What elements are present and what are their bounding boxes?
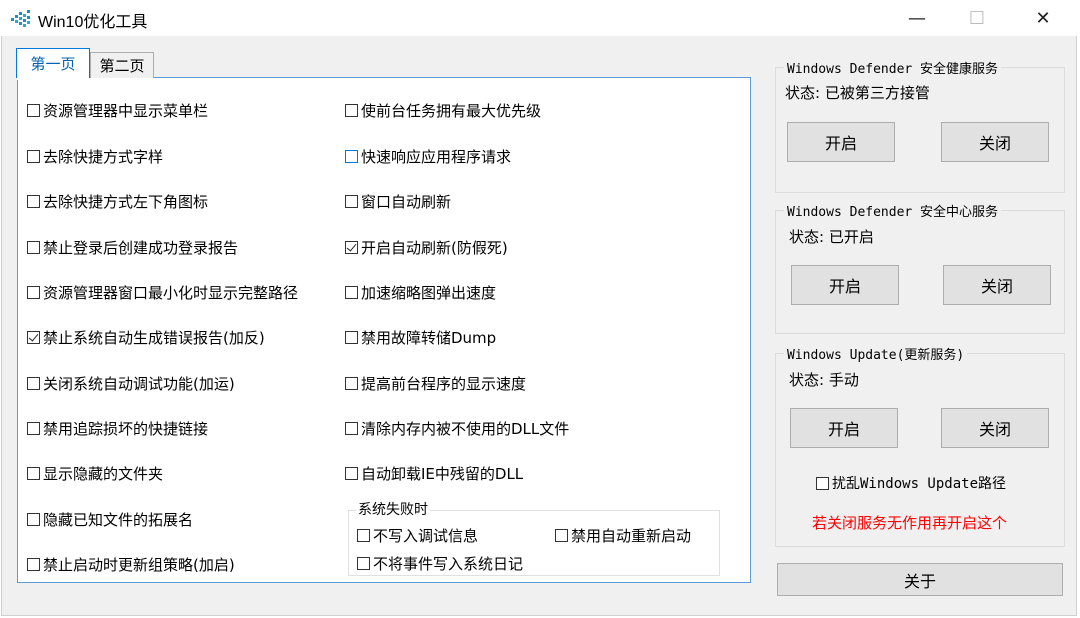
checkbox-icon[interactable] — [345, 103, 358, 117]
option-label: 提高前台程序的显示速度 — [361, 374, 527, 393]
checkbox-icon[interactable] — [816, 476, 829, 490]
defender-center-stop-button[interactable]: 关闭 — [943, 265, 1051, 305]
option-label: 资源管理器中显示菜单栏 — [43, 101, 209, 120]
option-fast-app-response[interactable]: 快速响应应用程序请求 — [345, 146, 511, 166]
option-label: 禁用追踪损坏的快捷链接 — [43, 419, 209, 438]
checkbox-icon[interactable] — [345, 466, 358, 480]
checkbox-icon[interactable] — [27, 285, 40, 299]
tab-page-1[interactable]: 第一页 — [16, 48, 90, 80]
app-icon — [11, 10, 30, 27]
option-remove-shortcut-text[interactable]: 去除快捷方式字样 — [27, 146, 163, 166]
checkbox-icon[interactable] — [345, 149, 358, 163]
minimize-button[interactable]: — — [888, 0, 946, 36]
checkbox-icon[interactable] — [27, 421, 40, 435]
option-label: 自动卸载IE中残留的DLL — [361, 464, 524, 483]
checkbox-icon[interactable] — [27, 194, 40, 208]
option-label: 关闭系统自动调试功能(加运) — [43, 374, 235, 393]
option-disable-gpupdate-startup[interactable]: 禁止启动时更新组策略(加启) — [27, 554, 235, 574]
checkbox-icon[interactable] — [27, 149, 40, 163]
window-title: Win10优化工具 — [38, 14, 148, 31]
option-full-path-minimized[interactable]: 资源管理器窗口最小化时显示完整路径 — [27, 282, 298, 302]
option-foreground-display-speed[interactable]: 提高前台程序的显示速度 — [345, 373, 526, 393]
tab-page-2[interactable]: 第二页 — [90, 52, 154, 78]
defender-center-status: 状态: 已开启 — [789, 228, 874, 246]
option-label: 加速缩略图弹出速度 — [361, 283, 497, 302]
option-label: 开启自动刷新(防假死) — [361, 238, 508, 257]
defender-center-title: Windows Defender 安全中心服务 — [784, 201, 1002, 220]
option-label: 不将事件写入系统日记 — [373, 554, 524, 573]
defender-health-status: 状态: 已被第三方接管 — [785, 84, 930, 102]
checkbox-checked-icon[interactable] — [345, 240, 358, 254]
option-label: 禁止系统自动生成错误报告(加反) — [43, 328, 265, 347]
option-label: 禁用自动重新启动 — [571, 526, 692, 545]
windows-update-status: 状态: 手动 — [789, 371, 859, 389]
checkbox-icon[interactable] — [27, 512, 40, 526]
option-label: 隐藏已知文件的拓展名 — [43, 510, 194, 529]
option-window-auto-refresh[interactable]: 窗口自动刷新 — [345, 191, 451, 211]
title-bar: Win10优化工具 — ☐ ✕ — [0, 0, 1080, 36]
option-unload-ie-dll[interactable]: 自动卸载IE中残留的DLL — [345, 463, 523, 483]
defender-center-start-button[interactable]: 开启 — [791, 265, 899, 305]
checkbox-icon[interactable] — [555, 528, 568, 542]
option-label: 不写入调试信息 — [373, 526, 479, 545]
option-max-foreground-priority[interactable]: 使前台任务拥有最大优先级 — [345, 100, 541, 120]
option-label: 禁止登录后创建成功登录报告 — [43, 238, 239, 257]
windows-update-start-button[interactable]: 开启 — [790, 408, 898, 448]
checkbox-icon[interactable] — [345, 285, 358, 299]
option-disable-login-report[interactable]: 禁止登录后创建成功登录报告 — [27, 237, 238, 257]
checkbox-icon[interactable] — [27, 103, 40, 117]
option-unload-unused-dll[interactable]: 清除内存内被不使用的DLL文件 — [345, 418, 569, 438]
defender-health-stop-button[interactable]: 关闭 — [941, 122, 1049, 162]
option-label: 扰乱Windows Update路径 — [832, 476, 1007, 492]
option-label: 禁用故障转储Dump — [361, 328, 497, 347]
defender-health-title: Windows Defender 安全健康服务 — [784, 58, 1002, 77]
system-failure-title: 系统失败时 — [356, 499, 430, 519]
option-label: 使前台任务拥有最大优先级 — [361, 101, 542, 120]
option-fast-thumbnails[interactable]: 加速缩略图弹出速度 — [345, 282, 496, 302]
option-no-event-log[interactable]: 不将事件写入系统日记 — [357, 553, 523, 573]
option-disable-auto-restart[interactable]: 禁用自动重新启动 — [555, 525, 691, 545]
option-disable-crash-dump[interactable]: 禁用故障转储Dump — [345, 327, 496, 347]
option-label: 去除快捷方式左下角图标 — [43, 192, 209, 211]
option-label: 资源管理器窗口最小化时显示完整路径 — [43, 283, 299, 302]
checkbox-icon[interactable] — [345, 194, 358, 208]
checkbox-icon[interactable] — [345, 421, 358, 435]
option-scramble-update-path[interactable]: 扰乱Windows Update路径 — [816, 473, 1006, 493]
option-disable-error-report[interactable]: 禁止系统自动生成错误报告(加反) — [27, 327, 265, 347]
checkbox-icon[interactable] — [357, 556, 370, 570]
warning-text: 若关闭服务无作用再开启这个 — [812, 514, 1008, 532]
checkbox-icon[interactable] — [27, 466, 40, 480]
option-auto-refresh-anti-freeze[interactable]: 开启自动刷新(防假死) — [345, 237, 508, 257]
checkbox-icon[interactable] — [357, 528, 370, 542]
defender-health-start-button[interactable]: 开启 — [787, 122, 895, 162]
about-button[interactable]: 关于 — [777, 563, 1063, 596]
option-show-hidden-folders[interactable]: 显示隐藏的文件夹 — [27, 463, 163, 483]
checkbox-icon[interactable] — [27, 376, 40, 390]
checkbox-icon[interactable] — [345, 376, 358, 390]
option-disable-auto-debug[interactable]: 关闭系统自动调试功能(加运) — [27, 373, 235, 393]
option-show-menu-bar[interactable]: 资源管理器中显示菜单栏 — [27, 100, 208, 120]
option-label: 去除快捷方式字样 — [43, 147, 164, 166]
option-label: 窗口自动刷新 — [361, 192, 452, 211]
windows-update-title: Windows Update(更新服务) — [784, 344, 968, 363]
option-label: 清除内存内被不使用的DLL文件 — [361, 419, 570, 438]
checkbox-checked-icon[interactable] — [27, 330, 40, 344]
option-hide-extensions[interactable]: 隐藏已知文件的拓展名 — [27, 509, 193, 529]
windows-update-stop-button[interactable]: 关闭 — [941, 408, 1049, 448]
option-disable-link-tracking[interactable]: 禁用追踪损坏的快捷链接 — [27, 418, 208, 438]
close-button[interactable]: ✕ — [1014, 0, 1072, 36]
option-remove-shortcut-arrow[interactable]: 去除快捷方式左下角图标 — [27, 191, 208, 211]
checkbox-icon[interactable] — [27, 240, 40, 254]
option-label: 快速响应应用程序请求 — [361, 147, 512, 166]
option-label: 禁止启动时更新组策略(加启) — [43, 555, 235, 574]
checkbox-icon[interactable] — [27, 557, 40, 571]
checkbox-icon[interactable] — [345, 330, 358, 344]
maximize-button[interactable]: ☐ — [948, 0, 1006, 36]
option-no-debug-info[interactable]: 不写入调试信息 — [357, 525, 478, 545]
option-label: 显示隐藏的文件夹 — [43, 464, 164, 483]
